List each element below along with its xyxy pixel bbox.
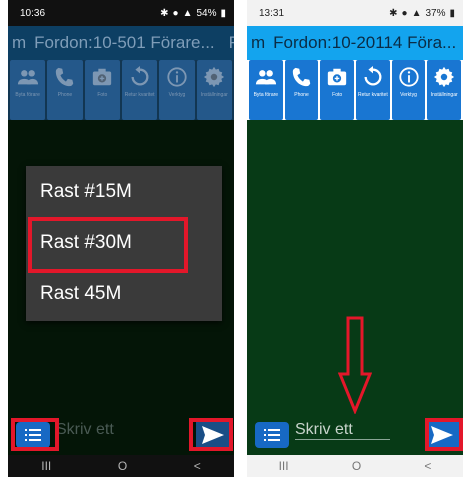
title-prefix: m bbox=[251, 33, 266, 52]
title-suffix: F bbox=[228, 33, 234, 52]
gear-icon bbox=[434, 66, 455, 88]
signal-icon: ▲ bbox=[182, 7, 193, 19]
menu-item-break-15[interactable]: Rast #15M bbox=[26, 166, 222, 217]
return-quality-button[interactable]: Retur kvaritet bbox=[356, 60, 390, 120]
android-nav-bar: III O < bbox=[247, 455, 463, 477]
send-button[interactable] bbox=[425, 422, 459, 448]
phone-button[interactable]: Phone bbox=[284, 60, 319, 120]
status-bar: 10:36 ✱ ● ▲ 54% ▮ bbox=[8, 0, 234, 26]
send-button[interactable] bbox=[196, 422, 230, 448]
compose-bar: Skriv ett bbox=[8, 417, 234, 455]
camera-icon bbox=[328, 68, 347, 86]
android-nav-bar: III O < bbox=[8, 455, 234, 477]
people-icon bbox=[255, 70, 276, 85]
change-driver-button[interactable]: Byta förare bbox=[10, 60, 46, 120]
settings-button[interactable]: Inställningar bbox=[196, 60, 232, 120]
title-prefix: m bbox=[12, 33, 27, 52]
photo-button[interactable]: Foto bbox=[84, 60, 120, 120]
battery-icon: ▮ bbox=[449, 7, 455, 19]
break-menu-popup: Rast #15M Rast #30M Rast 45M bbox=[26, 166, 222, 321]
tools-button[interactable]: Verktyg bbox=[159, 60, 195, 120]
message-list-button[interactable] bbox=[255, 422, 289, 448]
status-time: 10:36 bbox=[20, 7, 46, 19]
title-suffix: F bbox=[456, 33, 463, 53]
tools-button[interactable]: Verktyg bbox=[391, 60, 426, 120]
down-arrow-annotation bbox=[338, 316, 372, 414]
vehicle-title: Fordon:10-501 Förare... bbox=[34, 33, 215, 52]
menu-item-break-45[interactable]: Rast 45M bbox=[26, 268, 222, 319]
status-time: 13:31 bbox=[259, 7, 285, 19]
phone-icon bbox=[55, 67, 74, 87]
location-icon: ● bbox=[172, 7, 179, 19]
photo-button[interactable]: Foto bbox=[320, 60, 355, 120]
back-button[interactable]: < bbox=[194, 459, 201, 473]
return-quality-button[interactable]: Retur kvaritet bbox=[121, 60, 158, 120]
battery-icon: ▮ bbox=[220, 7, 226, 19]
camera-icon bbox=[93, 68, 112, 86]
info-icon bbox=[167, 67, 187, 87]
bluetooth-icon: ✱ bbox=[160, 7, 169, 19]
recent-apps-button[interactable]: III bbox=[279, 459, 289, 473]
phone-icon bbox=[292, 67, 310, 87]
bluetooth-icon: ✱ bbox=[389, 7, 398, 19]
status-bar: 13:31 ✱ ● ▲ 37% ▮ bbox=[247, 0, 463, 26]
change-driver-button[interactable]: Byta förare bbox=[249, 60, 283, 120]
signal-icon: ▲ bbox=[411, 7, 422, 19]
info-icon bbox=[398, 67, 419, 87]
menu-item-break-30[interactable]: Rast #30M bbox=[26, 217, 222, 273]
settings-button[interactable]: Inställningar bbox=[427, 60, 462, 120]
list-icon bbox=[264, 429, 280, 441]
home-button[interactable]: O bbox=[118, 459, 127, 473]
battery-level: 37% bbox=[425, 7, 446, 19]
battery-level: 54% bbox=[196, 7, 217, 19]
home-button[interactable]: O bbox=[352, 459, 361, 473]
message-input[interactable]: Skriv ett bbox=[295, 421, 390, 440]
refresh-icon bbox=[131, 66, 149, 86]
left-phone-screen: 10:36 ✱ ● ▲ 54% ▮ m Fordon:10-501 Förare… bbox=[8, 0, 234, 477]
people-icon bbox=[17, 70, 38, 85]
action-toolbar: Byta förare Phone Foto Retur kvaritet Ve… bbox=[8, 60, 234, 120]
app-title-bar: m Fordon:10-501 Förare... F bbox=[8, 26, 234, 60]
gear-icon bbox=[204, 66, 225, 88]
list-icon bbox=[25, 429, 41, 441]
recent-apps-button[interactable]: III bbox=[41, 459, 51, 473]
message-input[interactable]: Skriv ett bbox=[56, 421, 114, 439]
send-icon bbox=[431, 426, 453, 444]
location-icon: ● bbox=[401, 7, 408, 19]
action-toolbar: Byta förare Phone Foto Retur kvaritet Ve… bbox=[247, 60, 463, 120]
phone-button[interactable]: Phone bbox=[47, 60, 83, 120]
refresh-icon bbox=[364, 66, 382, 86]
vehicle-title: Fordon:10-20114 Föra... bbox=[273, 33, 457, 52]
send-icon bbox=[202, 426, 224, 444]
app-title-bar: m Fordon:10-20114 Föra... F bbox=[247, 26, 463, 60]
message-list-button[interactable] bbox=[16, 422, 50, 448]
back-button[interactable]: < bbox=[424, 459, 431, 473]
compose-bar: Skriv ett bbox=[247, 417, 463, 455]
right-phone-screen: 13:31 ✱ ● ▲ 37% ▮ m Fordon:10-20114 Föra… bbox=[247, 0, 463, 477]
